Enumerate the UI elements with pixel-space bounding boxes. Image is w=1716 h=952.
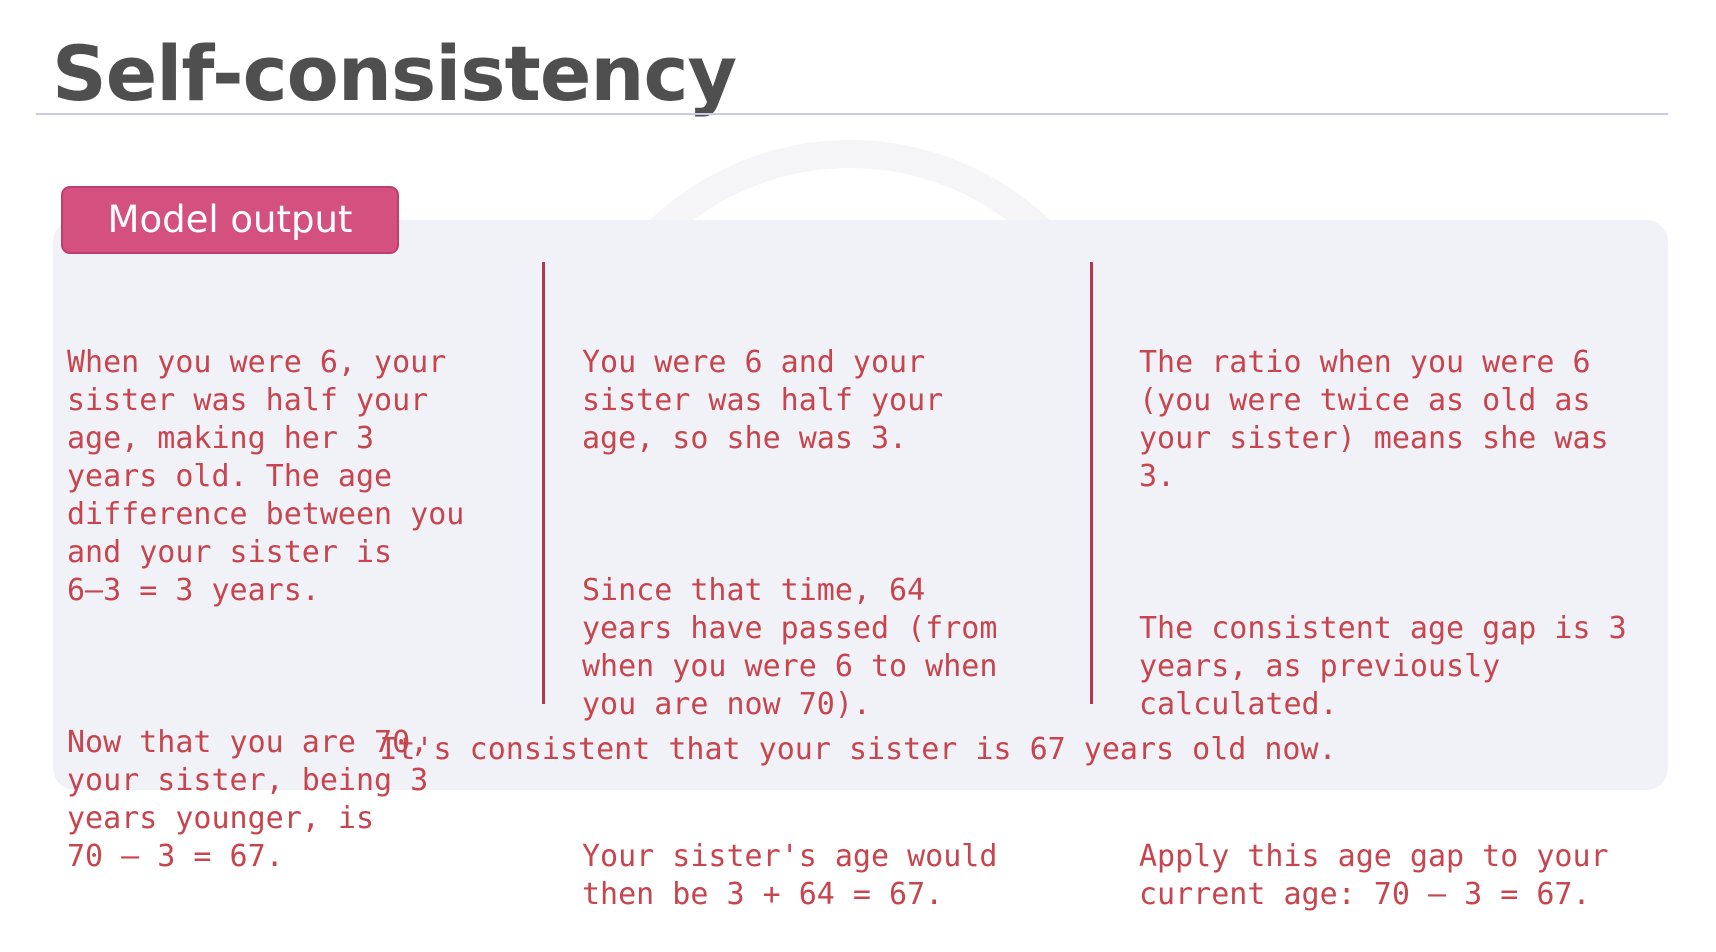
title-underline bbox=[36, 113, 1668, 115]
slide-title: Self-consistency bbox=[52, 29, 737, 118]
reasoning-paragraph: When you were 6, your sister was half yo… bbox=[67, 345, 465, 608]
reasoning-paragraph: The consistent age gap is 3 years, as pr… bbox=[1139, 611, 1627, 722]
reasoning-path-1: When you were 6, your sister was half yo… bbox=[67, 268, 464, 914]
reasoning-path-2: You were 6 and your sister was half your… bbox=[582, 268, 997, 952]
conclusion-text: It's consistent that your sister is 67 y… bbox=[379, 732, 1337, 767]
column-divider bbox=[542, 262, 545, 704]
model-output-badge: Model output bbox=[61, 186, 399, 254]
reasoning-paragraph: Your sister's age would then be 3 + 64 =… bbox=[582, 839, 998, 912]
reasoning-paragraph: Since that time, 64 years have passed (f… bbox=[582, 573, 998, 722]
reasoning-paragraph: You were 6 and your sister was half your… bbox=[582, 345, 944, 456]
column-divider bbox=[1090, 262, 1093, 704]
reasoning-paragraph: Apply this age gap to your current age: … bbox=[1139, 839, 1609, 912]
reasoning-path-3: The ratio when you were 6 (you were twic… bbox=[1139, 268, 1627, 952]
reasoning-paragraph: The ratio when you were 6 (you were twic… bbox=[1139, 345, 1609, 494]
